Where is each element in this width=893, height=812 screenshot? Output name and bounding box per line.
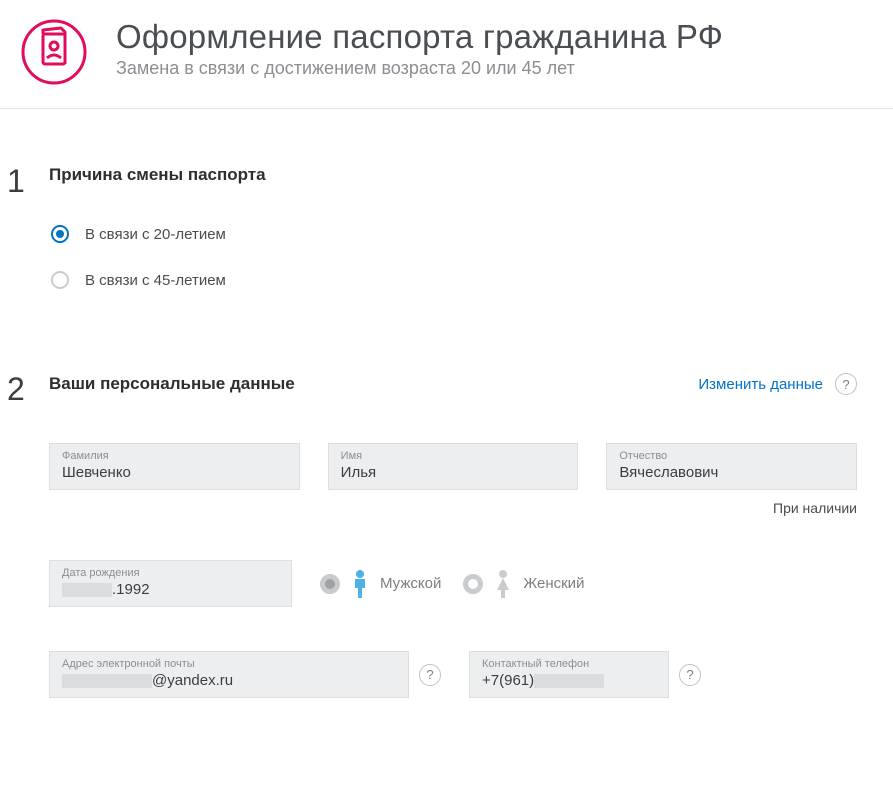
male-icon xyxy=(348,569,372,599)
step-number-2: 2 xyxy=(7,373,49,698)
field-label: Контактный телефон xyxy=(482,658,656,670)
gender-male[interactable]: Мужской xyxy=(320,569,441,599)
field-label: Адрес электронной почты xyxy=(62,658,396,670)
name-field: Имя Илья xyxy=(328,443,579,490)
radio-label: В связи с 45-летием xyxy=(85,272,226,289)
redacted-block xyxy=(62,674,152,688)
section-title-personal: Ваши персональные данные xyxy=(49,374,295,394)
phone-field: Контактный телефон +7(961) xyxy=(469,651,669,698)
gender-female[interactable]: Женский xyxy=(463,569,584,599)
gender-label: Женский xyxy=(523,575,584,592)
gender-label: Мужской xyxy=(380,575,441,592)
reason-option-45[interactable]: В связи с 45-летием xyxy=(51,271,893,289)
field-value: @yandex.ru xyxy=(62,672,396,689)
female-icon xyxy=(491,569,515,599)
field-label: Фамилия xyxy=(62,450,287,462)
section-personal: 2 Ваши персональные данные Изменить данн… xyxy=(0,317,893,698)
radio-icon xyxy=(320,574,340,594)
redacted-block xyxy=(62,583,112,597)
field-value: +7(961) xyxy=(482,672,656,689)
step-number-1: 1 xyxy=(7,165,49,317)
section-reason: 1 Причина смены паспорта В связи с 20-ле… xyxy=(0,109,893,317)
field-value: Шевченко xyxy=(62,464,287,481)
help-icon[interactable]: ? xyxy=(679,664,701,686)
help-icon[interactable]: ? xyxy=(419,664,441,686)
gender-group: Мужской Женский xyxy=(320,569,584,599)
field-label: Отчество xyxy=(619,450,844,462)
radio-icon xyxy=(51,225,69,243)
patronymic-field: Отчество Вячеславович xyxy=(606,443,857,490)
reason-radio-list: В связи с 20-летием В связи с 45-летием xyxy=(49,225,893,289)
field-label: Дата рождения xyxy=(62,567,279,579)
section-title-reason: Причина смены паспорта xyxy=(49,165,893,185)
dob-field: Дата рождения .1992 xyxy=(49,560,292,607)
radio-icon xyxy=(51,271,69,289)
surname-field: Фамилия Шевченко xyxy=(49,443,300,490)
email-field: Адрес электронной почты @yandex.ru xyxy=(49,651,409,698)
redacted-block xyxy=(534,674,604,688)
field-value: Илья xyxy=(341,464,566,481)
page-header: Оформление паспорта гражданина РФ Замена… xyxy=(0,0,893,109)
field-value: Вячеславович xyxy=(619,464,844,481)
help-icon[interactable]: ? xyxy=(835,373,857,395)
passport-icon xyxy=(20,18,88,86)
patronymic-note: При наличии xyxy=(49,500,857,516)
field-value: .1992 xyxy=(62,581,279,598)
radio-icon xyxy=(463,574,483,594)
field-label: Имя xyxy=(341,450,566,462)
edit-data-link[interactable]: Изменить данные xyxy=(698,376,823,393)
reason-option-20[interactable]: В связи с 20-летием xyxy=(51,225,893,243)
radio-label: В связи с 20-летием xyxy=(85,226,226,243)
page-title: Оформление паспорта гражданина РФ xyxy=(116,18,723,56)
page-subtitle: Замена в связи с достижением возраста 20… xyxy=(116,58,723,79)
